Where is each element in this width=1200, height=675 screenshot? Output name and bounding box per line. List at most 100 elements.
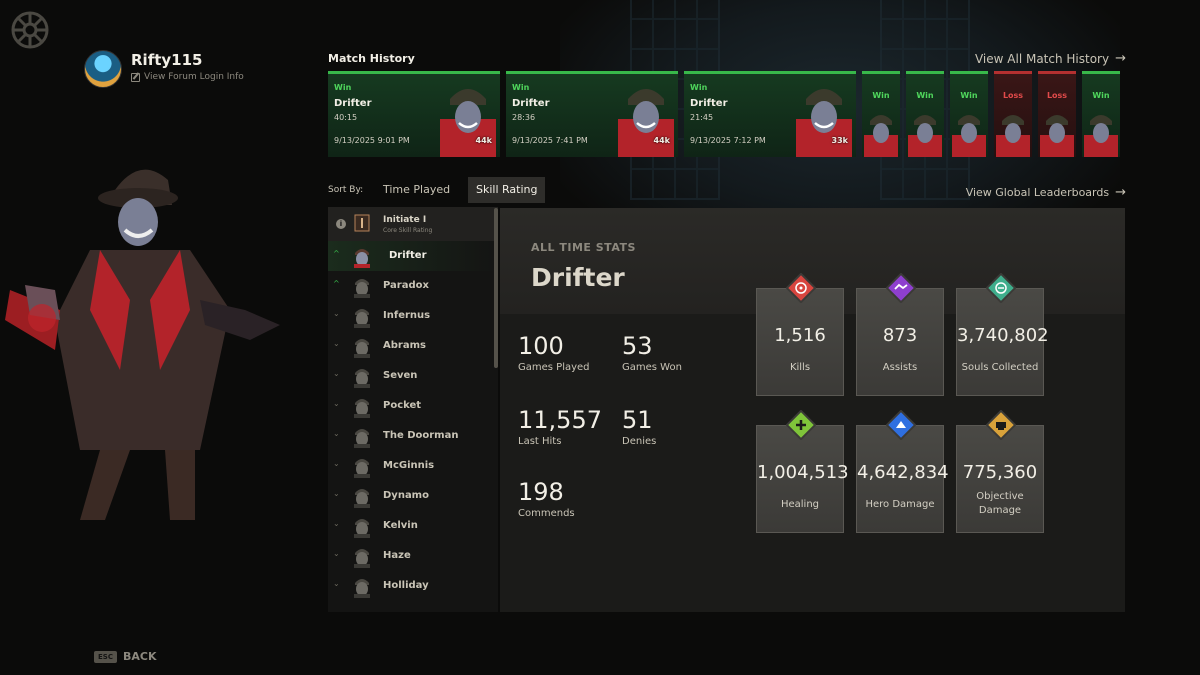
stat-tile-objective-damage: 775,360 Objective Damage (956, 410, 1044, 533)
hero-list-scrollbar[interactable] (494, 208, 498, 368)
hero-list-item[interactable]: ⌄ Dynamo (328, 481, 498, 511)
view-all-label: View All Match History (974, 51, 1110, 66)
match-card-compact[interactable]: Loss (1038, 71, 1076, 157)
match-result: Win (512, 83, 530, 92)
hero-list-item[interactable]: ⌄ Pocket (328, 391, 498, 421)
rank-subtitle: Core Skill Rating (383, 227, 433, 234)
sort-by-label: Sort By: (328, 185, 364, 195)
hero-name: Dynamo (383, 490, 429, 501)
forum-login-link[interactable]: View Forum Login Info (131, 72, 244, 82)
stats-hero-name: Drifter (531, 263, 625, 292)
stat-label: Commends (518, 508, 575, 519)
hero-portrait-icon (440, 89, 496, 157)
back-label: BACK (122, 650, 157, 663)
stat-tile-hero-damage: 4,642,834 Hero Damage (856, 410, 949, 533)
match-card-compact[interactable]: Loss (994, 71, 1032, 157)
hero-list-item[interactable]: ^ Paradox (328, 271, 498, 301)
match-card-compact[interactable]: Win (906, 71, 944, 157)
hero-list-item[interactable]: ⌄ Seven (328, 361, 498, 391)
stat-label: Last Hits (518, 436, 562, 447)
hero-list-item[interactable]: ^ Drifter (328, 241, 498, 271)
chevron-down-icon: ⌄ (333, 429, 340, 438)
hero-name: Haze (383, 550, 411, 561)
chevron-down-icon: ⌄ (333, 489, 340, 498)
hero-name: Infernus (383, 310, 431, 321)
chevron-down-icon: ⌄ (333, 309, 340, 318)
match-result: Win (334, 83, 352, 92)
match-card-compact[interactable]: Win (1082, 71, 1120, 157)
hero-portrait-icon (864, 115, 898, 157)
match-history-title: Match History (328, 52, 415, 65)
tile-value: 1,516 (774, 325, 826, 346)
hero-list-item[interactable]: ⌄ Haze (328, 541, 498, 571)
match-result: Loss (1002, 91, 1024, 100)
hero-list-item[interactable]: ⌄ Abrams (328, 331, 498, 361)
assists-icon (886, 273, 916, 303)
arrow-right-icon: → (1115, 185, 1126, 200)
tile-label: Hero Damage (865, 499, 935, 510)
hero-list-item[interactable]: ⌄ McGinnis (328, 451, 498, 481)
chevron-down-icon: ⌄ (333, 579, 340, 588)
match-result: Win (960, 91, 978, 100)
hero-portrait-icon (618, 89, 674, 157)
username: Rifty115 (131, 51, 203, 69)
chevron-up-icon: ^ (333, 249, 340, 258)
edit-icon (131, 72, 140, 82)
match-card-compact[interactable]: Win (950, 71, 988, 157)
match-souls: 44k (653, 136, 670, 145)
stat-value: 51 (622, 406, 653, 434)
view-global-leaderboards-link[interactable]: View Global Leaderboards → (966, 185, 1126, 200)
match-card[interactable]: Win Drifter 21:45 9/13/2025 7:12 PM 33k (684, 71, 856, 157)
hero-icon (354, 519, 370, 538)
hero-list-item[interactable]: ⌄ The Doorman (328, 421, 498, 451)
hero-list-item[interactable]: ⌄ Kelvin (328, 511, 498, 541)
avatar[interactable] (84, 50, 122, 88)
match-hero: Drifter (334, 98, 372, 109)
game-logo-icon[interactable] (10, 10, 50, 50)
stat-commends: 198 Commends (518, 478, 575, 519)
match-result: Win (1092, 91, 1110, 100)
rank-header: i Initiate I Core Skill Rating (328, 207, 498, 241)
tile-label: Souls Collected (961, 362, 1039, 373)
stat-tile-assists: 873 Assists (856, 273, 944, 396)
back-button[interactable]: ESC BACK (94, 650, 156, 663)
hero-icon (354, 489, 370, 508)
souls-icon (986, 273, 1016, 303)
hero-portrait-icon (996, 115, 1030, 157)
tile-value: 4,642,834 (857, 462, 949, 483)
view-all-match-history-link[interactable]: View All Match History → (975, 51, 1126, 66)
hero-portrait-icon (1040, 115, 1074, 157)
hero-portrait-icon (796, 89, 852, 157)
tile-value: 3,740,802 (957, 325, 1049, 346)
hero-name: Paradox (383, 280, 429, 291)
hero-name: Kelvin (383, 520, 418, 531)
stat-games-played: 100 Games Played (518, 332, 590, 373)
leaderboards-label: View Global Leaderboards (965, 186, 1110, 199)
all-time-stats-label: ALL TIME STATS (531, 241, 636, 254)
tile-label: Healing (780, 499, 820, 510)
esc-key-hint: ESC (94, 650, 117, 663)
hero-list-item[interactable]: ⌄ Holliday (328, 571, 498, 601)
match-card[interactable]: Win Drifter 28:36 9/13/2025 7:41 PM 44k (506, 71, 678, 157)
arrow-right-icon: → (1115, 51, 1126, 66)
hero-list-item[interactable]: ⌄ Infernus (328, 301, 498, 331)
match-duration: 21:45 (690, 113, 714, 122)
sort-option-skill-rating[interactable]: Skill Rating (468, 177, 546, 203)
match-result: Win (872, 91, 890, 100)
hero-name: McGinnis (383, 460, 435, 471)
stat-value: 53 (622, 332, 653, 360)
hero-portrait-icon (908, 115, 942, 157)
info-icon[interactable]: i (336, 219, 346, 229)
match-result: Win (690, 83, 708, 92)
chevron-down-icon: ⌄ (333, 339, 340, 348)
match-card-compact[interactable]: Win (862, 71, 900, 157)
hero-icon (354, 339, 370, 358)
match-card[interactable]: Win Drifter 40:15 9/13/2025 9:01 PM 44k (328, 71, 500, 157)
tile-label: Objective Damage (976, 491, 1024, 516)
sort-option-time-played[interactable]: Time Played (375, 177, 458, 203)
hero-icon (354, 399, 370, 418)
hero-name: Pocket (383, 400, 422, 411)
forum-login-label: View Forum Login Info (144, 72, 244, 82)
hero-icon (354, 279, 370, 298)
match-hero: Drifter (512, 98, 550, 109)
